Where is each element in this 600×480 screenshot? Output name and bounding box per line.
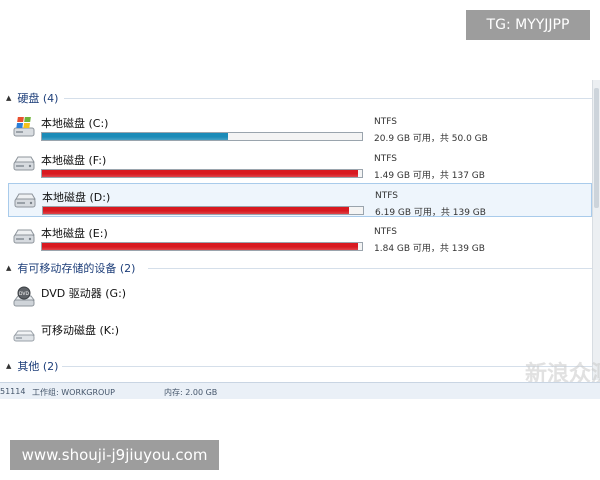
dvd-drive-icon: DVD <box>13 286 35 307</box>
group-divider <box>62 366 592 367</box>
drive-label: 本地磁盘 (C:) <box>41 117 109 130</box>
watermark-bottom: www.shouji-j9jiuyou.com <box>10 440 219 470</box>
memory-label: 内存: 2.00 GB <box>164 388 218 397</box>
filesystem-label: NTFS <box>375 191 398 201</box>
group-header-other[interactable]: ▲ 其他 (2) <box>0 356 592 376</box>
capacity-label: 1.49 GB 可用，共 137 GB <box>374 171 485 181</box>
group-divider <box>148 268 592 269</box>
usage-bar <box>41 132 363 141</box>
usage-bar-fill <box>42 133 228 140</box>
drive-e[interactable]: 本地磁盘 (E:) NTFS 1.84 GB 可用，共 139 GB <box>8 220 592 254</box>
drive-label: 本地磁盘 (D:) <box>42 191 111 204</box>
capacity-label: 6.19 GB 可用，共 139 GB <box>375 208 486 218</box>
status-bar: 51114 工作组: WORKGROUP 内存: 2.00 GB <box>0 382 600 399</box>
drive-c[interactable]: 本地磁盘 (C:) NTFS 20.9 GB 可用，共 50.0 GB <box>8 110 592 144</box>
hard-drive-icon <box>13 229 35 244</box>
computer-drives-panel: ▲ 硬盘 (4) 本地磁盘 (C:) NTFS 20.9 GB 可用，共 50.… <box>0 80 600 400</box>
dvd-drive-g[interactable]: DVD DVD 驱动器 (G:) <box>8 280 592 314</box>
drive-label: 本地磁盘 (F:) <box>41 154 107 167</box>
vertical-scrollbar[interactable] <box>592 80 600 380</box>
group-header-removable-devices[interactable]: ▲ 有可移动存储的设备 (2) <box>0 258 592 278</box>
capacity-label: 20.9 GB 可用，共 50.0 GB <box>374 134 488 144</box>
collapse-triangle-icon[interactable]: ▲ <box>6 264 11 272</box>
watermark-top: TG: MYYJJPP <box>466 10 590 40</box>
collapse-triangle-icon[interactable]: ▲ <box>6 362 11 370</box>
usage-bar-fill <box>42 170 359 177</box>
device-label: 可移动磁盘 (K:) <box>41 324 119 337</box>
usage-bar <box>42 206 364 215</box>
hard-drive-icon <box>13 156 35 171</box>
capacity-label: 1.84 GB 可用，共 139 GB <box>374 244 485 254</box>
removable-disk-k[interactable]: 可移动磁盘 (K:) <box>8 317 592 351</box>
drive-d[interactable]: 本地磁盘 (D:) NTFS 6.19 GB 可用，共 139 GB <box>8 183 592 218</box>
removable-disk-icon <box>13 330 35 342</box>
computer-name: 51114 <box>0 387 26 396</box>
scrollbar-thumb[interactable] <box>594 88 599 208</box>
workgroup-label: 工作组: WORKGROUP <box>32 388 115 397</box>
windows-drive-icon <box>13 117 35 137</box>
drive-label: 本地磁盘 (E:) <box>41 227 108 240</box>
drive-f[interactable]: 本地磁盘 (F:) NTFS 1.49 GB 可用，共 137 GB <box>8 147 592 181</box>
usage-bar-fill <box>43 207 349 214</box>
filesystem-label: NTFS <box>374 117 397 127</box>
group-header-hard-disks[interactable]: ▲ 硬盘 (4) <box>0 88 592 108</box>
device-label: DVD 驱动器 (G:) <box>41 287 127 300</box>
group-label: 有可移动存储的设备 (2) <box>17 262 136 275</box>
filesystem-label: NTFS <box>374 154 397 164</box>
filesystem-label: NTFS <box>374 227 397 237</box>
svg-text:DVD: DVD <box>19 291 29 297</box>
group-divider <box>64 98 592 99</box>
usage-bar <box>41 242 363 251</box>
hard-drive-icon <box>14 193 36 208</box>
usage-bar <box>41 169 363 178</box>
usage-bar-fill <box>42 243 358 250</box>
group-label: 其他 (2) <box>17 360 59 373</box>
collapse-triangle-icon[interactable]: ▲ <box>6 94 11 102</box>
group-label: 硬盘 (4) <box>17 92 59 105</box>
